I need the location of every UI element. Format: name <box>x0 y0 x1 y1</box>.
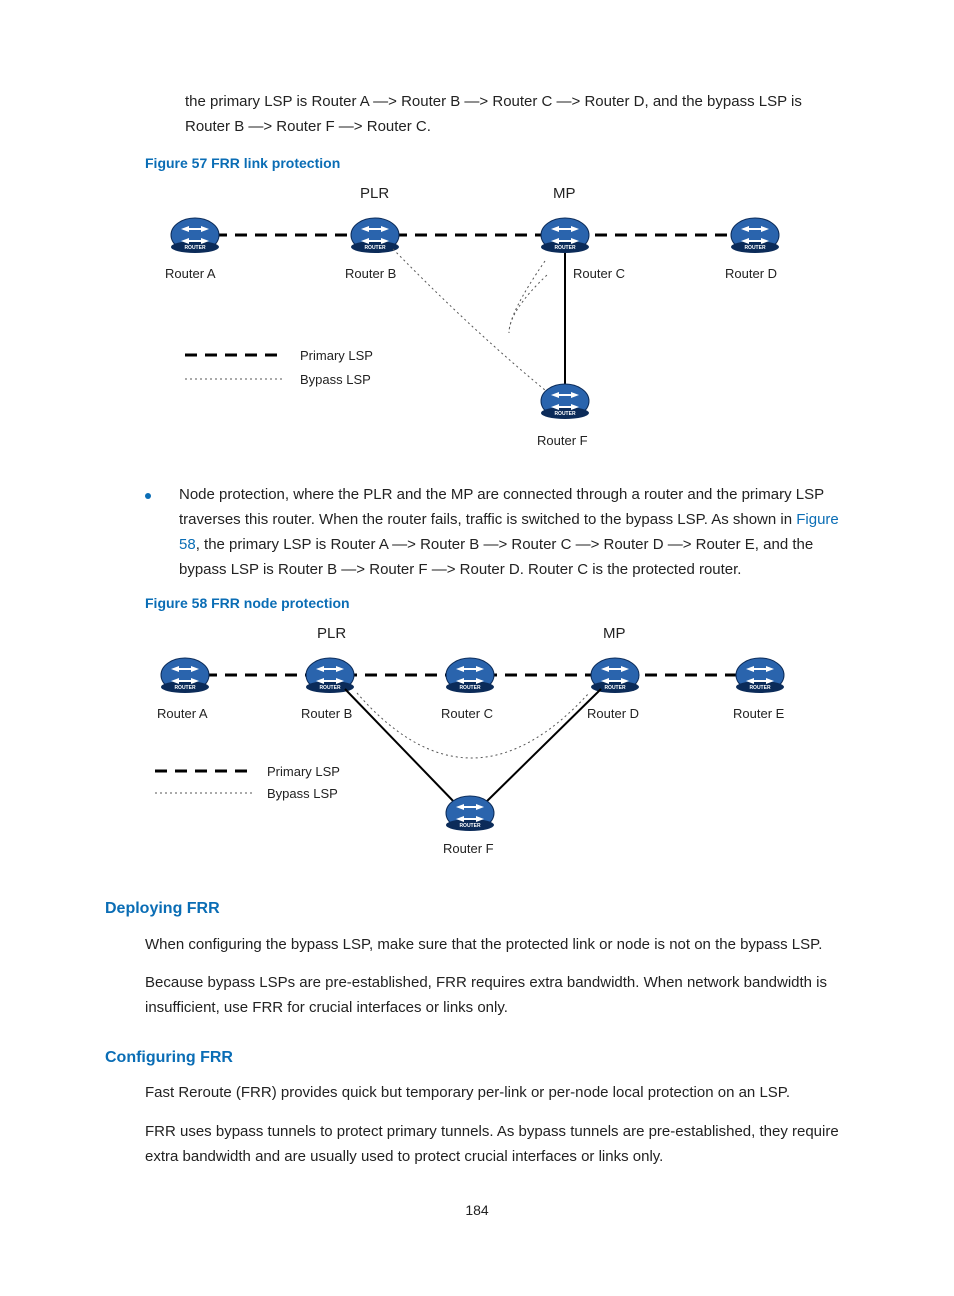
config-paragraph-2: FRR uses bypass tunnels to protect prima… <box>145 1120 849 1170</box>
svg-text:PLR: PLR <box>317 625 346 642</box>
svg-text:Router D: Router D <box>587 706 639 721</box>
bullet-icon <box>145 493 151 499</box>
deploy-paragraph-2: Because bypass LSPs are pre-established,… <box>145 971 849 1021</box>
svg-text:Router F: Router F <box>537 433 588 448</box>
plr-label: PLR <box>360 185 389 202</box>
configuring-frr-heading: Configuring FRR <box>105 1045 849 1071</box>
svg-text:Router A: Router A <box>165 266 216 281</box>
svg-text:Bypass LSP: Bypass LSP <box>300 372 371 387</box>
svg-text:MP: MP <box>603 625 626 642</box>
svg-text:Router A: Router A <box>157 706 208 721</box>
svg-text:Router F: Router F <box>443 841 494 856</box>
svg-text:Router C: Router C <box>441 706 493 721</box>
svg-text:Router B: Router B <box>345 266 396 281</box>
node-protection-paragraph: Node protection, where the PLR and the M… <box>179 483 849 582</box>
svg-text:Router C: Router C <box>573 266 625 281</box>
deploy-paragraph-1: When configuring the bypass LSP, make su… <box>145 933 849 958</box>
figure-57-caption: Figure 57 FRR link protection <box>145 152 849 175</box>
figure-57-diagram: ROUTER PLR MP Router A Router B Router C <box>145 183 849 462</box>
intro-paragraph: the primary LSP is Router A —> Router B … <box>185 90 849 140</box>
svg-text:Router E: Router E <box>733 706 785 721</box>
svg-text:Primary LSP: Primary LSP <box>300 348 373 363</box>
svg-text:Bypass LSP: Bypass LSP <box>267 786 338 801</box>
page-number: 184 <box>105 1199 849 1222</box>
deploying-frr-heading: Deploying FRR <box>105 896 849 922</box>
figure-58-diagram: PLR MP Router A Router B Router C Router… <box>145 623 849 872</box>
mp-label: MP <box>553 185 576 202</box>
svg-text:Router B: Router B <box>301 706 352 721</box>
config-paragraph-1: Fast Reroute (FRR) provides quick but te… <box>145 1081 849 1106</box>
figure-58-caption: Figure 58 FRR node protection <box>145 592 849 615</box>
svg-text:Primary LSP: Primary LSP <box>267 764 340 779</box>
svg-text:Router D: Router D <box>725 266 777 281</box>
